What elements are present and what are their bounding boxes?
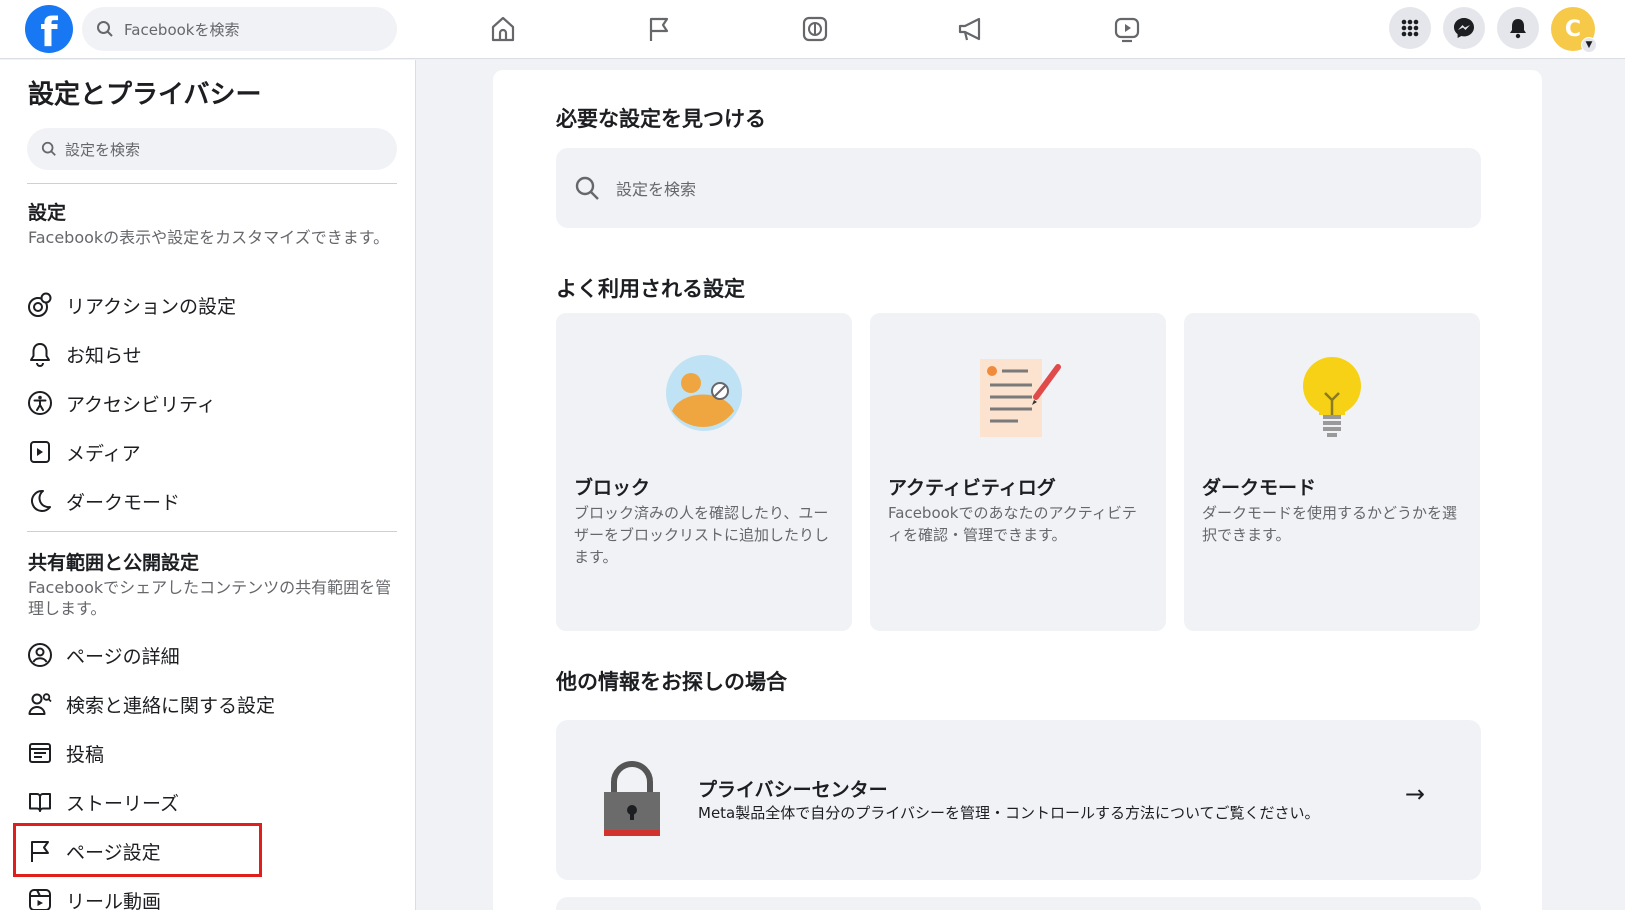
menu-button[interactable] (1389, 7, 1431, 49)
account-avatar-button[interactable]: C ▼ (1551, 7, 1597, 53)
sidebar-item-page-details[interactable]: ページの詳細 (26, 635, 396, 675)
sidebar-title: 設定とプライバシー (28, 80, 262, 110)
highlight-box (13, 823, 262, 877)
book-icon (26, 788, 54, 816)
tile-block[interactable]: ブロック ブロック済みの人を確認したり、ユーザーをブロックリストに追加したりしま… (556, 313, 852, 631)
home-nav-button[interactable] (470, 10, 626, 48)
tile-dark-mode[interactable]: ダークモード ダークモードを使用するかどうかを選択できます。 (1184, 313, 1480, 631)
facebook-logo-icon[interactable]: f (25, 5, 73, 53)
profile-circle-icon (26, 641, 54, 669)
main-search-placeholder: 設定を検索 (616, 180, 697, 199)
tile-desc: Facebookでのあなたのアクティビティを確認・管理できます。 (888, 504, 1137, 544)
moon-icon (26, 487, 54, 515)
next-card[interactable] (556, 897, 1481, 910)
grid-menu-icon (1401, 19, 1419, 37)
lock-icon (604, 761, 660, 836)
tile-desc: ブロック済みの人を確認したり、ユーザーをブロックリストに追加したりします。 (574, 504, 830, 566)
messenger-button[interactable] (1443, 7, 1485, 49)
sidebar-item-label: 検索と連絡に関する設定 (66, 694, 276, 717)
sidebar-item-reels[interactable]: リール動画 (26, 880, 396, 910)
chevron-down-icon: ▼ (1581, 37, 1597, 53)
section-title-audience: 共有範囲と公開設定 (28, 552, 200, 574)
flag-icon (649, 17, 669, 41)
sidebar-item-notifications[interactable]: お知らせ (26, 334, 396, 374)
block-person-icon (666, 355, 742, 431)
insights-nav-button[interactable] (782, 10, 938, 48)
lightbulb-icon (1303, 357, 1361, 437)
bell-outline-icon (26, 340, 54, 368)
sidebar-item-accessibility[interactable]: アクセシビリティ (26, 383, 396, 423)
sidebar-item-label: ストーリーズ (66, 792, 180, 815)
tile-desc: ダークモードを使用するかどうかを選択できます。 (1202, 504, 1458, 544)
person-search-icon (26, 690, 54, 718)
privacy-center-desc: Meta製品全体で自分のプライバシーを管理・コントロールする方法についてご覧くだ… (698, 804, 1320, 822)
avatar-initial: C (1564, 16, 1582, 42)
settings-search-placeholder: 設定を検索 (65, 140, 141, 159)
sidebar-item-search-contact[interactable]: 検索と連絡に関する設定 (26, 684, 396, 724)
sidebar-item-label: メディア (66, 442, 141, 465)
section-desc-settings: Facebookの表示や設定をカスタマイズできます。 (28, 228, 390, 247)
megaphone-icon (958, 17, 981, 41)
sidebar-item-dark-mode[interactable]: ダークモード (26, 481, 396, 521)
sidebar-item-label: リール動画 (66, 890, 162, 910)
sidebar-item-media[interactable]: メディア (26, 432, 396, 472)
privacy-center-link[interactable]: プライバシーセンター Meta製品全体で自分のプライバシーを管理・コントロールす… (556, 720, 1481, 880)
sidebar-item-label: 投稿 (66, 743, 105, 766)
sidebar-item-posts[interactable]: 投稿 (26, 733, 396, 773)
search-icon (41, 141, 56, 156)
media-icon (26, 438, 54, 466)
divider (27, 183, 397, 184)
common-settings-heading: よく利用される設定 (556, 277, 745, 301)
sidebar-item-stories[interactable]: ストーリーズ (26, 782, 396, 822)
bell-icon (1510, 19, 1526, 39)
search-placeholder: Facebookを検索 (124, 20, 240, 39)
find-settings-heading: 必要な設定を見つける (556, 107, 766, 131)
sidebar-item-reactions[interactable]: リアクションの設定 (26, 285, 396, 325)
accessibility-icon (26, 389, 54, 417)
arrow-right-icon: → (1404, 780, 1425, 808)
settings-sidebar: 設定とプライバシー 設定を検索 設定 Facebookの表示や設定をカスタマイズ… (0, 60, 416, 910)
sidebar-item-label: アクセシビリティ (66, 393, 216, 416)
section-desc-audience: Facebookでシェアしたコンテンツの共有範囲を管理します。 (28, 578, 392, 618)
tile-title: ダークモード (1202, 477, 1317, 499)
sidebar-item-label: お知らせ (66, 344, 142, 367)
sidebar-item-label: ダークモード (66, 491, 181, 514)
main-settings-search-input[interactable]: 設定を検索 (556, 148, 1481, 228)
pages-nav-button[interactable] (626, 10, 782, 48)
top-navigation-bar: f Facebookを検索 C ▼ (0, 0, 1625, 59)
ads-nav-button[interactable] (938, 10, 1094, 48)
section-title-settings: 設定 (28, 202, 67, 224)
other-info-heading: 他の情報をお探しの場合 (556, 670, 787, 694)
watch-nav-button[interactable] (1094, 10, 1250, 48)
sidebar-item-label: ページの詳細 (66, 645, 180, 668)
reels-icon (26, 886, 54, 910)
divider (27, 531, 397, 532)
reaction-icon (26, 291, 54, 319)
home-icon (491, 16, 515, 42)
privacy-center-title: プライバシーセンター (698, 779, 888, 801)
activity-log-icon (980, 359, 1061, 437)
sidebar-item-label: リアクションの設定 (66, 295, 237, 318)
messenger-icon (1454, 18, 1474, 38)
post-icon (26, 739, 54, 767)
search-icon (575, 176, 599, 200)
tile-title: ブロック (574, 477, 651, 499)
tile-title: アクティビティログ (888, 477, 1056, 499)
chart-icon (802, 16, 828, 42)
settings-search-input[interactable]: 設定を検索 (27, 128, 397, 170)
tile-activity-log[interactable]: アクティビティログ Facebookでのあなたのアクティビティを確認・管理できま… (870, 313, 1166, 631)
video-icon (1114, 17, 1140, 43)
search-icon (97, 21, 113, 37)
facebook-search-input[interactable]: Facebookを検索 (82, 7, 397, 51)
notifications-button[interactable] (1497, 7, 1539, 49)
